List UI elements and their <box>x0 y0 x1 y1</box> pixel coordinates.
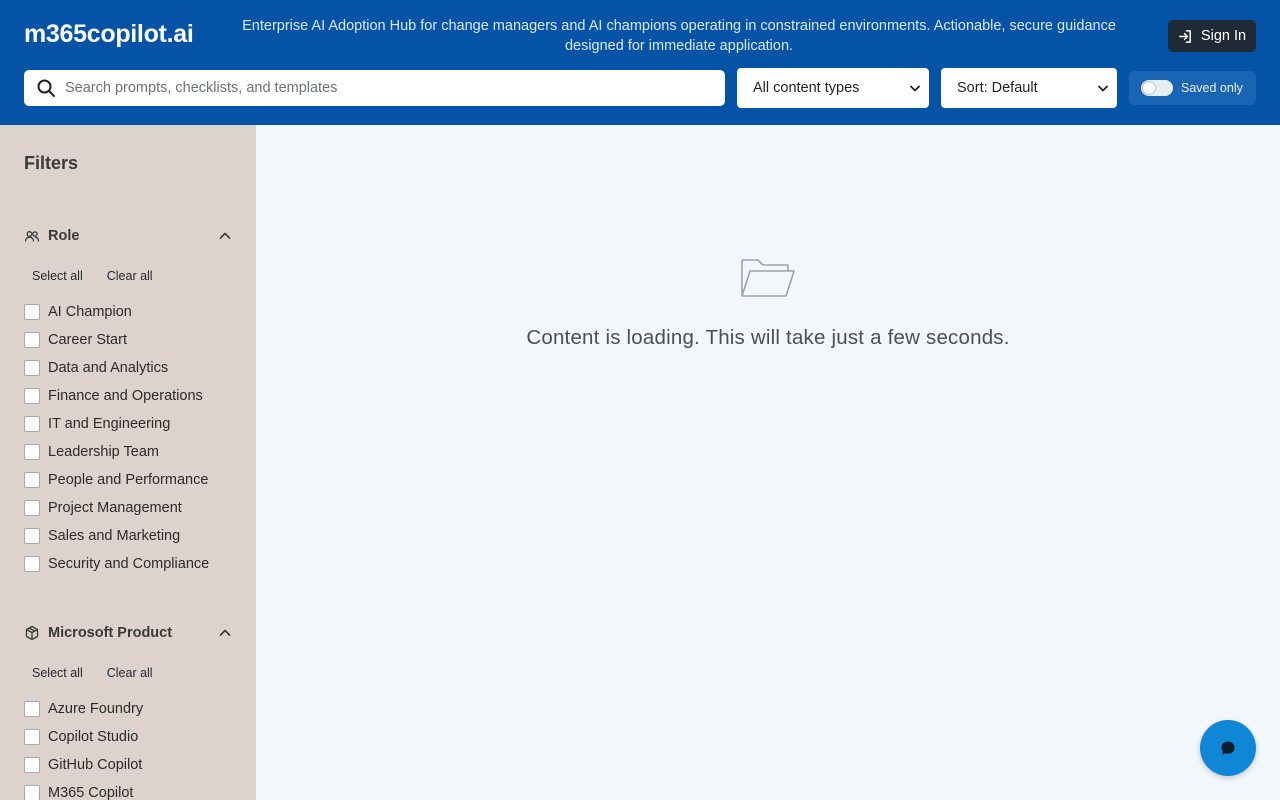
checkbox[interactable] <box>24 472 40 488</box>
option-label: Career Start <box>48 332 127 348</box>
loading-message: Content is loading. This will take just … <box>526 326 1010 349</box>
section-header-role[interactable]: Role <box>24 225 232 247</box>
chevron-up-icon[interactable] <box>218 229 232 243</box>
section-title-microsoft-product: Microsoft Product <box>48 625 173 641</box>
option-label: AI Champion <box>48 304 132 320</box>
option-label: Security and Compliance <box>48 556 210 572</box>
checkbox[interactable] <box>24 304 40 320</box>
option-label: Project Management <box>48 500 182 516</box>
sign-in-button[interactable]: Sign In <box>1168 20 1256 52</box>
package-icon <box>24 625 40 641</box>
saved-only-toggle[interactable]: Saved only <box>1129 71 1256 105</box>
product-select-all-button[interactable]: Select all <box>24 662 91 684</box>
filter-option[interactable]: M365 Copilot <box>24 779 143 800</box>
option-label: M365 Copilot <box>48 785 134 800</box>
checkbox[interactable] <box>24 416 40 432</box>
toggle-knob <box>1143 82 1155 94</box>
filter-option[interactable]: Finance and Operations <box>24 382 209 410</box>
filters-title: Filters <box>24 153 79 173</box>
section-header-microsoft-product[interactable]: Microsoft Product <box>24 622 232 644</box>
chevron-down-icon <box>910 85 920 91</box>
option-label: Azure Foundry <box>48 701 144 717</box>
chevron-down-icon <box>1098 85 1108 91</box>
option-label: People and Performance <box>48 472 209 488</box>
header-tagline: Enterprise AI Adoption Hub for change ma… <box>242 18 1116 54</box>
role-options: AI Champion Career Start Data and Analyt… <box>24 298 209 578</box>
product-bulk-actions: Select all Clear all <box>24 662 169 684</box>
checkbox[interactable] <box>24 556 40 572</box>
chat-bubble-icon <box>1221 741 1235 755</box>
option-label: Finance and Operations <box>48 388 203 404</box>
role-clear-all-button[interactable]: Clear all <box>99 265 161 287</box>
checkbox[interactable] <box>24 785 40 800</box>
checkbox[interactable] <box>24 388 40 404</box>
option-label: Data and Analytics <box>48 360 169 376</box>
filter-option[interactable]: People and Performance <box>24 466 209 494</box>
search-icon <box>36 78 56 98</box>
option-label: IT and Engineering <box>48 416 171 432</box>
sort-select[interactable]: Sort: Default <box>941 68 1117 108</box>
content-type-value: All content types <box>753 80 860 96</box>
filter-option[interactable]: Career Start <box>24 326 209 354</box>
checkbox[interactable] <box>24 444 40 460</box>
role-select-all-button[interactable]: Select all <box>24 265 91 287</box>
checkbox[interactable] <box>24 500 40 516</box>
option-label: Leadership Team <box>48 444 159 460</box>
filter-option[interactable]: IT and Engineering <box>24 410 209 438</box>
filter-option[interactable]: Sales and Marketing <box>24 522 209 550</box>
filter-option[interactable]: Azure Foundry <box>24 695 143 723</box>
filter-option[interactable]: AI Champion <box>24 298 209 326</box>
folder-icon <box>741 259 795 297</box>
checkbox[interactable] <box>24 729 40 745</box>
filters-sidebar: Filters Role Select all Clear all AI Cha… <box>0 125 256 800</box>
option-label: GitHub Copilot <box>48 757 143 773</box>
filter-option[interactable]: Copilot Studio <box>24 723 143 751</box>
site-logo[interactable]: m365copilot.ai <box>24 20 194 49</box>
option-label: Sales and Marketing <box>48 528 181 544</box>
search-bar[interactable] <box>24 70 725 106</box>
content-empty-state: Content is loading. This will take just … <box>256 250 1280 350</box>
sign-in-label: Sign In <box>1200 28 1247 44</box>
users-icon <box>24 228 40 244</box>
saved-only-label: Saved only <box>1181 81 1243 95</box>
option-label: Copilot Studio <box>48 729 139 745</box>
role-bulk-actions: Select all Clear all <box>24 265 169 287</box>
checkbox[interactable] <box>24 528 40 544</box>
section-title-role: Role <box>48 228 80 244</box>
top-header: m365copilot.ai Enterprise AI Adoption Hu… <box>0 0 1280 125</box>
product-options: Azure Foundry Copilot Studio GitHub Copi… <box>24 695 143 800</box>
filter-option[interactable]: Data and Analytics <box>24 354 209 382</box>
product-clear-all-button[interactable]: Clear all <box>99 662 161 684</box>
checkbox[interactable] <box>24 701 40 717</box>
checkbox[interactable] <box>24 332 40 348</box>
filter-option[interactable]: Security and Compliance <box>24 550 209 578</box>
filter-option[interactable]: Project Management <box>24 494 209 522</box>
content-type-select[interactable]: All content types <box>737 68 929 108</box>
sign-in-icon <box>1179 29 1191 43</box>
filter-option[interactable]: GitHub Copilot <box>24 751 143 779</box>
chat-button[interactable] <box>1200 720 1256 776</box>
sort-value: Sort: Default <box>957 80 1038 96</box>
search-input[interactable] <box>65 73 725 103</box>
checkbox[interactable] <box>24 757 40 773</box>
checkbox[interactable] <box>24 360 40 376</box>
toggle-switch[interactable] <box>1141 80 1173 96</box>
chevron-up-icon[interactable] <box>218 626 232 640</box>
filter-option[interactable]: Leadership Team <box>24 438 209 466</box>
